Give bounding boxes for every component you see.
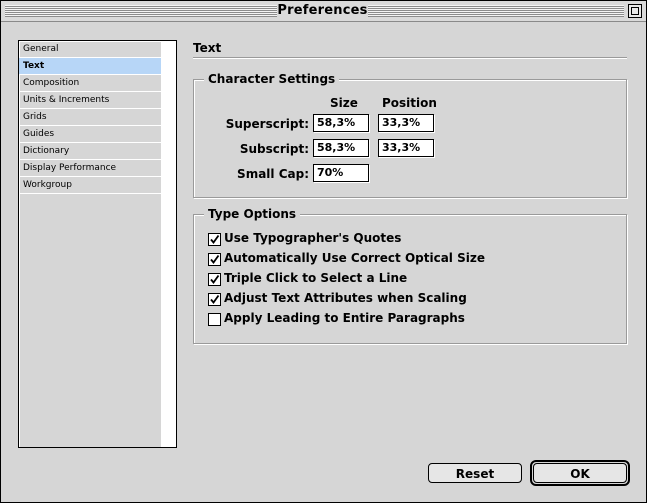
- superscript-size-field[interactable]: 58,3%: [313, 114, 369, 132]
- option-label: Use Typographer's Quotes: [224, 231, 402, 245]
- sidebar-item-workgroup[interactable]: Workgroup: [19, 177, 161, 194]
- subscript-label: Subscript:: [239, 142, 309, 156]
- character-settings-label: Character Settings: [204, 72, 340, 86]
- superscript-label: Superscript:: [225, 117, 309, 131]
- small-cap-size-field[interactable]: 70%: [313, 164, 369, 182]
- position-column-header: Position: [382, 96, 437, 110]
- subscript-position-field[interactable]: 33,3%: [378, 139, 434, 157]
- zoom-box-icon[interactable]: [628, 4, 642, 18]
- sidebar-item-grids[interactable]: Grids: [19, 109, 161, 126]
- sidebar-item-dictionary[interactable]: Dictionary: [19, 143, 161, 160]
- ok-button[interactable]: OK: [533, 463, 627, 483]
- checkbox-checked-icon[interactable]: [208, 253, 221, 266]
- subscript-size-field[interactable]: 58,3%: [313, 139, 369, 157]
- option-label: Apply Leading to Entire Paragraphs: [224, 311, 465, 325]
- option-label: Automatically Use Correct Optical Size: [224, 251, 485, 265]
- window-title: Preferences: [277, 3, 368, 18]
- page-title: Text: [193, 41, 222, 55]
- title-bar[interactable]: Preferences: [1, 1, 646, 22]
- type-options-label: Type Options: [204, 207, 301, 221]
- title-bar-stripes-right: [368, 5, 624, 17]
- sidebar-item-guides[interactable]: Guides: [19, 126, 161, 143]
- checkbox-checked-icon[interactable]: [208, 293, 221, 306]
- checkbox-unchecked-icon[interactable]: [208, 313, 221, 326]
- small-cap-label: Small Cap:: [237, 167, 309, 181]
- checkbox-checked-icon[interactable]: [208, 273, 221, 286]
- option-label: Adjust Text Attributes when Scaling: [224, 291, 467, 305]
- option-label: Triple Click to Select a Line: [224, 271, 408, 285]
- sidebar-item-units-increments[interactable]: Units & Increments: [19, 92, 161, 109]
- sidebar-item-text[interactable]: Text: [19, 58, 161, 75]
- sidebar-item-composition[interactable]: Composition: [19, 75, 161, 92]
- sidebar-scrollbar[interactable]: [161, 40, 177, 448]
- sidebar-item-display-performance[interactable]: Display Performance: [19, 160, 161, 177]
- checkbox-checked-icon[interactable]: [208, 233, 221, 246]
- preferences-category-list: General Text Composition Units & Increme…: [18, 40, 162, 448]
- title-divider: [193, 57, 627, 59]
- superscript-position-field[interactable]: 33,3%: [378, 114, 434, 132]
- sidebar-item-general[interactable]: General: [19, 41, 161, 58]
- title-bar-stripes-left: [5, 5, 277, 17]
- size-column-header: Size: [330, 96, 358, 110]
- reset-button[interactable]: Reset: [428, 463, 522, 483]
